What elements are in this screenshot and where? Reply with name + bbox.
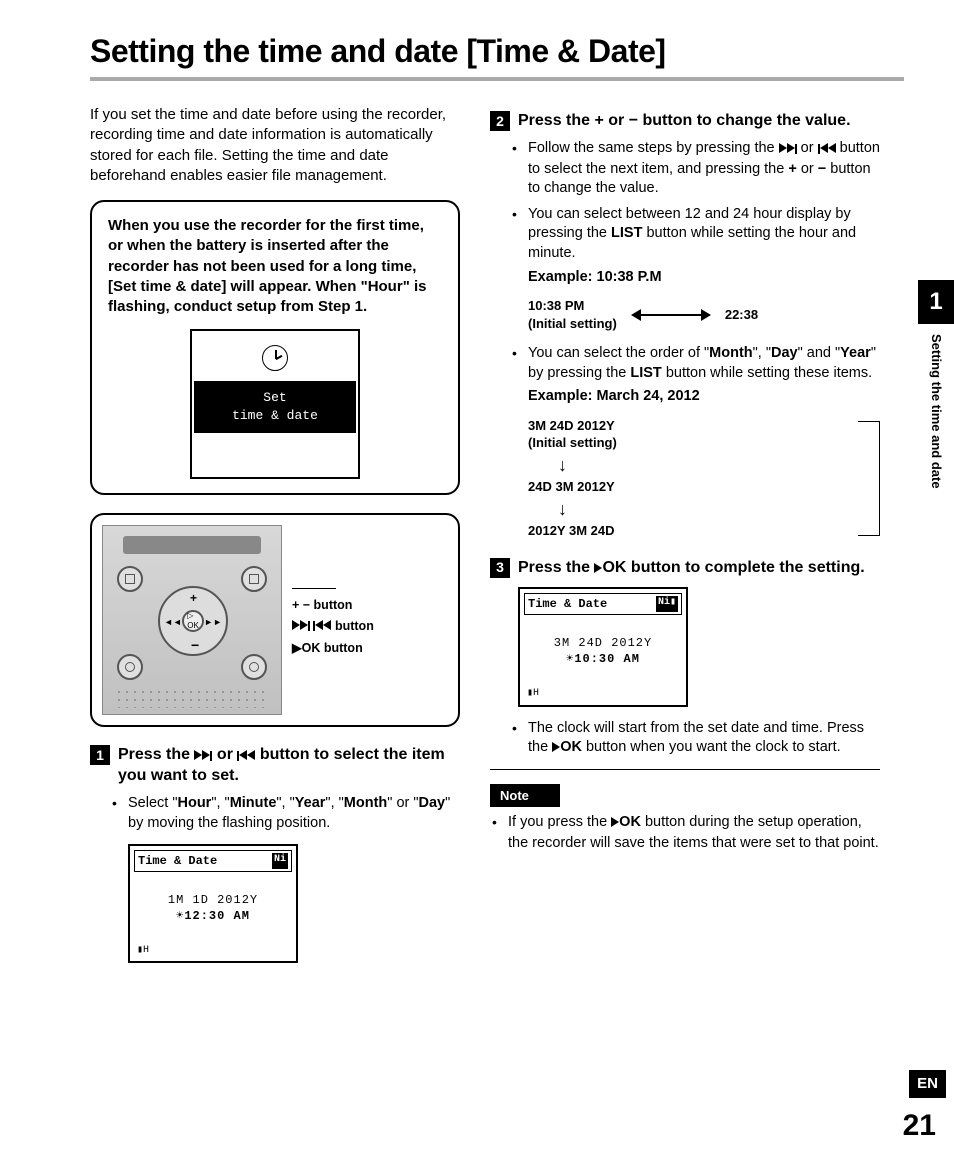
screen-text: Set time & date [194,381,356,432]
step-number-2: 2 [490,111,510,131]
lcd-screen-1: Time & DateNi 1M 1D 2012Y ☀12:30 AM ▮H [128,844,298,964]
device-image: +− ◄◄►► ▷OK [102,525,282,715]
date-format-flow: 3M 24D 2012Y(Initial setting) ↓ 24D 3M 2… [528,417,880,540]
note-label: Note [490,784,560,808]
arrow-down-icon: ↓ [558,458,850,472]
page-title: Setting the time and date [Time & Date] [90,30,904,81]
first-use-box: When you use the recorder for the first … [90,200,460,495]
side-tab: 1 Setting the time and date [918,280,954,489]
chapter-label: Setting the time and date [927,334,945,489]
step-1-bullet: Select "Hour", "Minute", "Year", "Month"… [128,794,460,833]
device-button-labels: + − button button ▶OK button [292,582,374,659]
language-badge: EN [909,1070,946,1098]
note-text: If you press the OK button during the se… [508,813,880,853]
step-3-bullet: The clock will start from the set date a… [528,719,880,759]
step-2-text: Press the + or − button to change the va… [518,111,851,131]
page-number: 21 [903,1106,936,1147]
step-1-text: Press the or button to select the item y… [118,745,460,786]
lcd-screen-2: Time & DateNi▮ 3M 24D 2012Y ☀10:30 AM ▮H [518,587,688,707]
step-number-1: 1 [90,745,110,765]
step-3-header: 3 Press the OK button to complete the se… [490,558,880,579]
double-arrow-icon [631,309,711,321]
step-1-header: 1 Press the or button to select the item… [90,745,460,786]
clock-icon [262,345,288,371]
step-2-header: 2 Press the + or − button to change the … [490,111,880,131]
example-1-label: Example: 10:38 P.M [528,268,880,288]
example-2-label: Example: March 24, 2012 [528,387,880,407]
device-illustration-box: +− ◄◄►► ▷OK + − button button ▶OK button [90,513,460,727]
step-number-3: 3 [490,558,510,578]
time-format-example: 10:38 PM(Initial setting) 22:38 [528,297,880,332]
step-2-bullet-2: You can select between 12 and 24 hour di… [528,205,880,287]
screen-illustration: Set time & date [190,329,360,479]
intro-text: If you set the time and date before usin… [90,105,460,186]
step-2-bullet-3: You can select the order of "Month", "Da… [528,344,880,407]
step-3-text: Press the OK button to complete the sett… [518,558,865,579]
first-use-text: When you use the recorder for the first … [108,216,442,317]
chapter-number: 1 [918,280,954,324]
arrow-down-icon: ↓ [558,502,850,516]
step-2-bullet-1: Follow the same steps by pressing the or… [528,139,880,199]
